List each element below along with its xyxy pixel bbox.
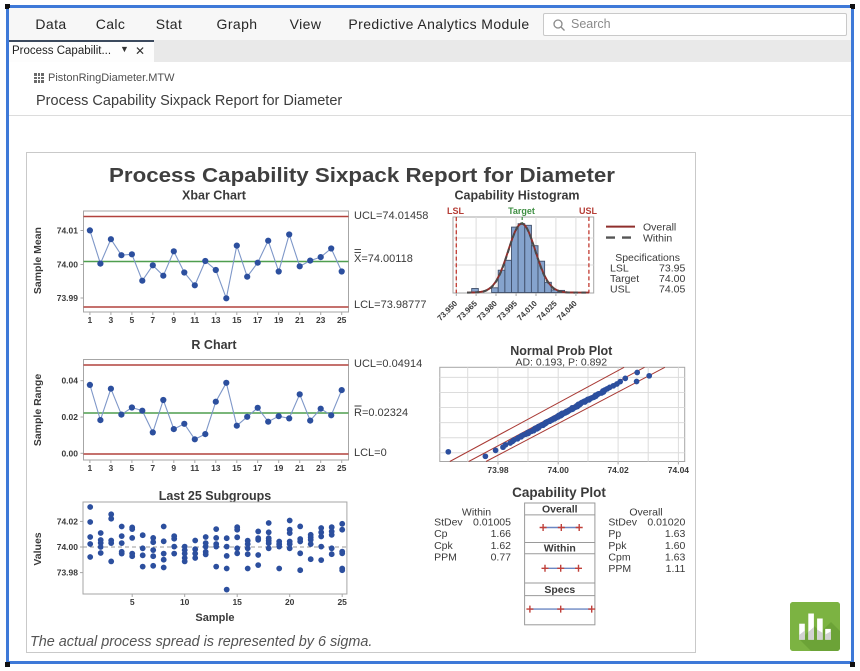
svg-text:StDev: StDev <box>434 517 463 529</box>
svg-text:73.965: 73.965 <box>455 299 479 323</box>
svg-text:73.950: 73.950 <box>436 299 460 323</box>
svg-text:Capability Histogram: Capability Histogram <box>454 189 579 203</box>
svg-text:74.02: 74.02 <box>607 465 629 475</box>
svg-text:0.02: 0.02 <box>61 412 78 422</box>
svg-text:74.010: 74.010 <box>515 299 539 323</box>
svg-text:Ppk: Ppk <box>608 540 627 552</box>
svg-text:7: 7 <box>150 463 155 473</box>
svg-text:1.63: 1.63 <box>665 551 686 563</box>
svg-text:StDev: StDev <box>608 517 637 529</box>
svg-text:USL: USL <box>579 206 598 216</box>
svg-text:LCL=0: LCL=0 <box>354 447 387 459</box>
svg-text:1: 1 <box>88 463 93 473</box>
svg-text:1.11: 1.11 <box>666 563 686 575</box>
svg-text:1: 1 <box>88 315 93 325</box>
svg-text:17: 17 <box>253 463 263 473</box>
svg-text:15: 15 <box>232 597 242 607</box>
svg-text:10: 10 <box>180 597 190 607</box>
svg-text:74.05: 74.05 <box>659 284 685 296</box>
svg-text:AD: 0.193, P: 0.892: AD: 0.193, P: 0.892 <box>515 357 607 369</box>
svg-text:74.01: 74.01 <box>57 226 79 236</box>
svg-text:73.99: 73.99 <box>57 293 79 303</box>
svg-text:5: 5 <box>130 463 135 473</box>
svg-text:Within: Within <box>544 543 576 555</box>
svg-text:Sample: Sample <box>195 612 234 624</box>
svg-text:23: 23 <box>316 463 326 473</box>
svg-text:0.00: 0.00 <box>61 448 78 458</box>
svg-text:74.00: 74.00 <box>548 465 570 475</box>
svg-text:Overall: Overall <box>542 503 578 515</box>
svg-text:USL: USL <box>610 284 631 296</box>
svg-text:74.040: 74.040 <box>555 299 579 323</box>
svg-text:Process Capability Sixpack Rep: Process Capability Sixpack Report for Di… <box>109 165 615 187</box>
svg-text:73.980: 73.980 <box>475 299 499 323</box>
svg-text:74.00: 74.00 <box>57 542 79 552</box>
svg-text:0.04: 0.04 <box>61 376 78 386</box>
svg-text:9: 9 <box>171 463 176 473</box>
svg-text:R Chart: R Chart <box>191 338 237 352</box>
svg-text:74.00: 74.00 <box>57 260 79 270</box>
svg-text:13: 13 <box>211 463 221 473</box>
svg-text:17: 17 <box>253 315 263 325</box>
svg-text:UCL=0.04914: UCL=0.04914 <box>354 358 422 370</box>
svg-text:15: 15 <box>232 463 242 473</box>
svg-text:13: 13 <box>211 315 221 325</box>
svg-text:25: 25 <box>337 315 347 325</box>
svg-text:PPM: PPM <box>608 563 631 575</box>
svg-text:LCL=73.98777: LCL=73.98777 <box>354 299 426 311</box>
svg-text:11: 11 <box>190 315 199 325</box>
svg-text:Within: Within <box>643 233 672 245</box>
svg-text:1.63: 1.63 <box>665 528 686 540</box>
svg-text:UCL=74.01458: UCL=74.01458 <box>354 210 428 222</box>
svg-text:74.04: 74.04 <box>668 465 690 475</box>
svg-text:19: 19 <box>274 463 284 473</box>
svg-text:7: 7 <box>150 315 155 325</box>
svg-text:X=74.00118: X=74.00118 <box>354 253 413 265</box>
svg-text:73.98: 73.98 <box>487 465 509 475</box>
svg-text:Specs: Specs <box>544 584 575 596</box>
svg-text:25: 25 <box>337 463 347 473</box>
svg-text:3: 3 <box>109 463 114 473</box>
svg-text:19: 19 <box>274 315 284 325</box>
svg-text:21: 21 <box>295 463 305 473</box>
svg-text:Target: Target <box>508 206 535 216</box>
svg-text:Last 25 Subgroups: Last 25 Subgroups <box>159 489 272 503</box>
svg-text:0.01020: 0.01020 <box>647 517 685 529</box>
svg-text:73.98: 73.98 <box>57 568 79 578</box>
svg-text:Xbar Chart: Xbar Chart <box>182 189 247 203</box>
svg-text:Cpk: Cpk <box>434 540 453 552</box>
svg-text:Sample Range: Sample Range <box>32 374 44 447</box>
svg-text:Sample Mean: Sample Mean <box>32 227 44 294</box>
svg-text:25: 25 <box>337 597 347 607</box>
svg-text:20: 20 <box>285 597 295 607</box>
svg-text:74.02: 74.02 <box>57 516 79 526</box>
svg-text:74.025: 74.025 <box>535 299 559 323</box>
svg-text:21: 21 <box>295 315 305 325</box>
svg-text:LSL: LSL <box>447 206 465 216</box>
svg-text:15: 15 <box>232 315 242 325</box>
svg-text:9: 9 <box>171 315 176 325</box>
svg-text:1.62: 1.62 <box>491 540 512 552</box>
svg-text:Cpm: Cpm <box>608 551 630 563</box>
svg-text:1.66: 1.66 <box>491 528 512 540</box>
svg-text:R=0.02324: R=0.02324 <box>354 407 408 419</box>
svg-text:0.77: 0.77 <box>491 551 512 563</box>
svg-text:11: 11 <box>190 463 199 473</box>
svg-text:5: 5 <box>130 597 135 607</box>
svg-text:3: 3 <box>109 315 114 325</box>
svg-text:Capability Plot: Capability Plot <box>512 485 606 500</box>
svg-text:5: 5 <box>130 315 135 325</box>
svg-text:73.995: 73.995 <box>495 299 519 323</box>
svg-text:Cp: Cp <box>434 528 448 540</box>
svg-text:23: 23 <box>316 315 326 325</box>
svg-text:PPM: PPM <box>434 551 457 563</box>
svg-text:Values: Values <box>32 532 44 565</box>
svg-text:Pp: Pp <box>608 528 621 540</box>
svg-text:1.60: 1.60 <box>665 540 686 552</box>
svg-text:0.01005: 0.01005 <box>473 517 511 529</box>
